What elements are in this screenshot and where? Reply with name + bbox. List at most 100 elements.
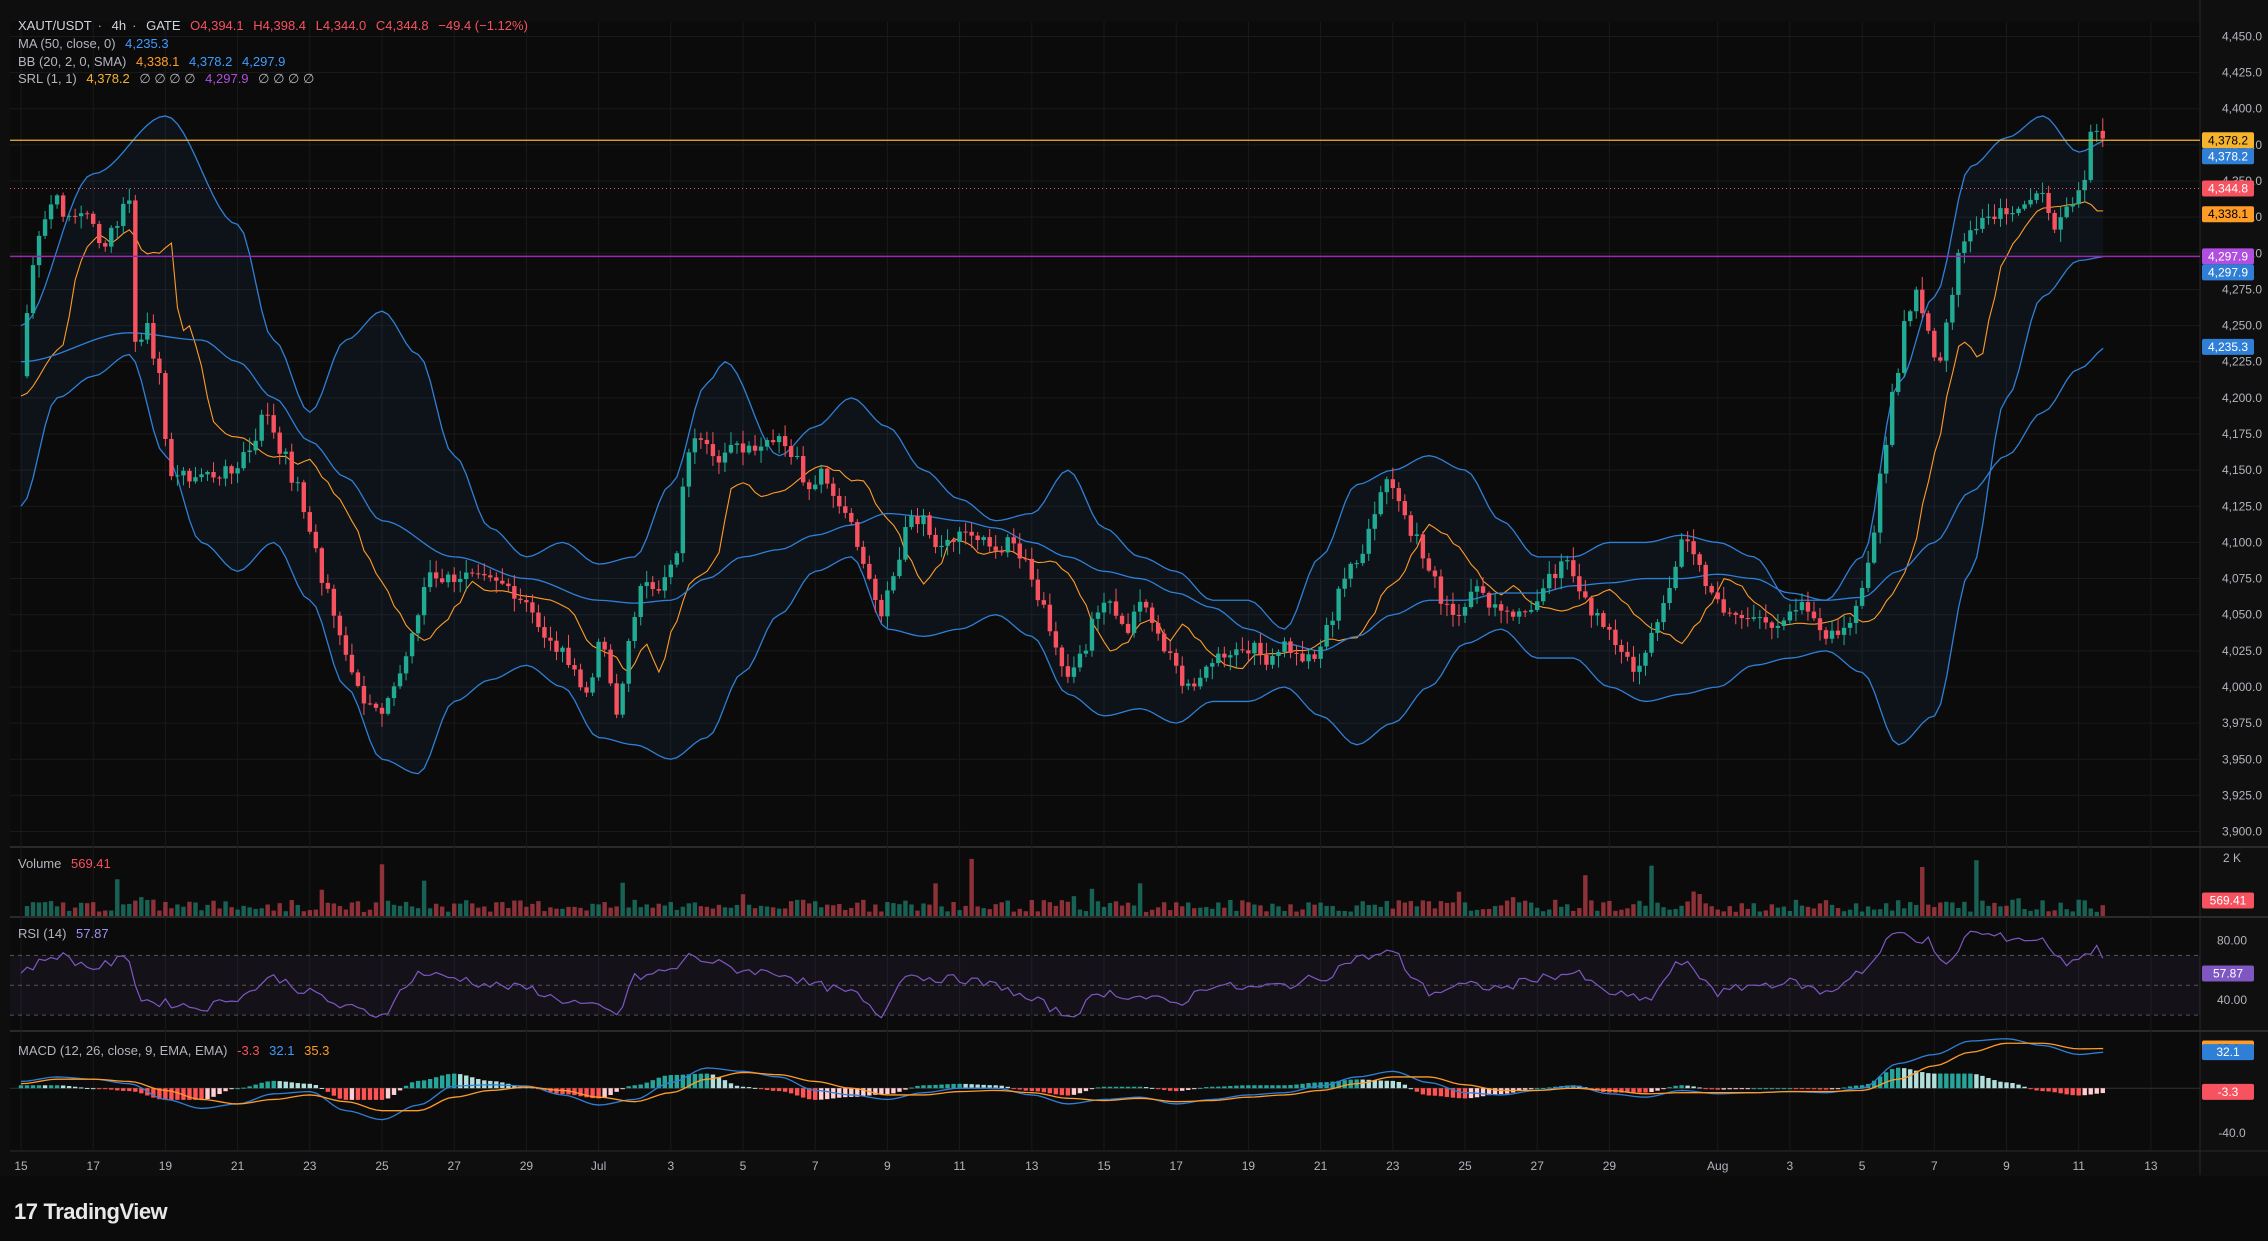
candle-body (1143, 601, 1149, 608)
macd-histogram-bar (909, 1087, 914, 1089)
candle-body (1468, 591, 1474, 608)
volume-bar (1059, 900, 1065, 916)
bb-legend-upper: 4,378.2 (189, 54, 233, 69)
macd-histogram-bar (2082, 1088, 2087, 1096)
bb-legend-mid: 4,338.1 (136, 54, 180, 69)
ma-legend-row[interactable]: MA (50, close, 0) 4,235.3 (18, 35, 175, 52)
candle-body (969, 531, 974, 536)
legend-symbol[interactable]: XAUT/USDT (18, 18, 92, 33)
volume-bar (927, 904, 932, 916)
candle-body (1005, 537, 1010, 553)
macd-histogram-bar (1541, 1087, 1546, 1089)
volume-bar (1944, 901, 1949, 916)
candle-body (831, 483, 836, 496)
price-tick-label: 4,175.0 (2222, 427, 2262, 441)
bb-legend-row[interactable]: BB (20, 2, 0, SMA) 4,338.1 4,378.2 4,297… (18, 53, 291, 70)
candle-body (782, 436, 788, 447)
volume-bar (903, 900, 908, 916)
candle-body (921, 515, 926, 525)
macd-histogram-bar (1240, 1085, 1245, 1089)
macd-histogram-bar (638, 1084, 643, 1089)
volume-bar (1390, 908, 1395, 916)
candle-body (133, 200, 138, 342)
candle-body (548, 637, 553, 641)
macd-histogram-bar (1107, 1086, 1113, 1089)
candle-body (1877, 473, 1883, 533)
macd-histogram-bar (939, 1084, 944, 1089)
candle-body (452, 574, 457, 583)
volume-bar (602, 902, 607, 916)
macd-histogram-bar (1246, 1085, 1251, 1089)
candle-body (313, 531, 319, 549)
candle-body (1474, 586, 1480, 592)
volume-bar (855, 902, 860, 916)
volume-bar (367, 909, 373, 916)
candle-body (933, 534, 938, 548)
volume-bar (1637, 900, 1642, 916)
volume-bar (1294, 911, 1299, 916)
volume-bar (1474, 909, 1480, 916)
candle-body (1041, 600, 1047, 605)
price-axis-badge-text: 4,235.3 (2208, 340, 2248, 354)
volume-bar (2016, 898, 2021, 916)
volume-bar (193, 902, 198, 916)
macd-histogram-bar (199, 1088, 204, 1100)
volume-legend-value: 569.41 (71, 856, 111, 871)
volume-bar (1745, 908, 1750, 916)
chart-canvas[interactable]: 4,450.04,425.04,400.04,375.04,350.04,325… (0, 0, 2268, 1241)
candle-body (1017, 543, 1022, 559)
rsi-legend-value: 57.87 (76, 926, 109, 941)
price-tick-label: 4,450.0 (2222, 29, 2262, 43)
volume-bar (819, 907, 824, 916)
volume-bar (554, 908, 559, 916)
volume-bar (1071, 896, 1077, 916)
volume-bar (1462, 902, 1468, 916)
macd-legend[interactable]: MACD (12, 26, close, 9, EMA, EMA) -3.3 3… (18, 1042, 335, 1059)
candle-body (2094, 130, 2099, 132)
volume-bar (313, 909, 319, 916)
candle-body (746, 445, 752, 453)
srl-legend-row[interactable]: SRL (1, 1) 4,378.2 ∅ ∅ ∅ ∅ 4,297.9 ∅ ∅ ∅… (18, 70, 320, 87)
candle-body (1956, 252, 1961, 295)
macd-histogram-bar (1420, 1088, 1426, 1095)
volume-bar (247, 907, 252, 916)
candle-body (476, 573, 481, 575)
candle-body (891, 576, 896, 591)
volume-bar (1366, 904, 1371, 916)
volume-bar (608, 907, 613, 916)
rsi-legend[interactable]: RSI (14) 57.87 (18, 925, 115, 942)
volume-bar (1896, 900, 1901, 916)
candle-body (1637, 665, 1642, 672)
macd-histogram-bar (614, 1088, 619, 1092)
volume-bar (103, 910, 108, 916)
macd-histogram-bar (48, 1085, 54, 1089)
candle-body (1426, 558, 1432, 571)
macd-histogram-bar (1980, 1075, 1985, 1089)
volume-bar (843, 909, 848, 916)
macd-histogram-bar (1017, 1088, 1022, 1090)
macd-histogram-bar (259, 1082, 264, 1089)
candle-body (813, 484, 818, 490)
candle-body (1065, 666, 1071, 677)
volume-legend[interactable]: Volume 569.41 (18, 855, 117, 872)
candle-body (78, 213, 84, 217)
candle-body (1709, 586, 1714, 593)
candle-body (1559, 561, 1564, 579)
candle-body (903, 527, 908, 560)
macd-histogram-bar (1210, 1086, 1215, 1089)
macd-badge-text: 32.1 (2216, 1045, 2240, 1059)
legend-low: L4,344.0 (315, 18, 367, 33)
rsi-axis-tick: 80.00 (2217, 933, 2247, 947)
volume-bar (1835, 908, 1841, 916)
volume-bar (1859, 911, 1865, 916)
volume-bar (60, 902, 66, 916)
candle-body (867, 563, 872, 579)
candle-body (409, 633, 415, 657)
volume-bar (1330, 906, 1335, 916)
macd-histogram-bar (30, 1085, 36, 1089)
candle-body (36, 235, 42, 266)
candle-body (542, 627, 547, 638)
macd-histogram-bar (1167, 1088, 1173, 1091)
volume-bar (626, 907, 631, 916)
tradingview-logo[interactable]: 17 TradingView (14, 1199, 168, 1225)
